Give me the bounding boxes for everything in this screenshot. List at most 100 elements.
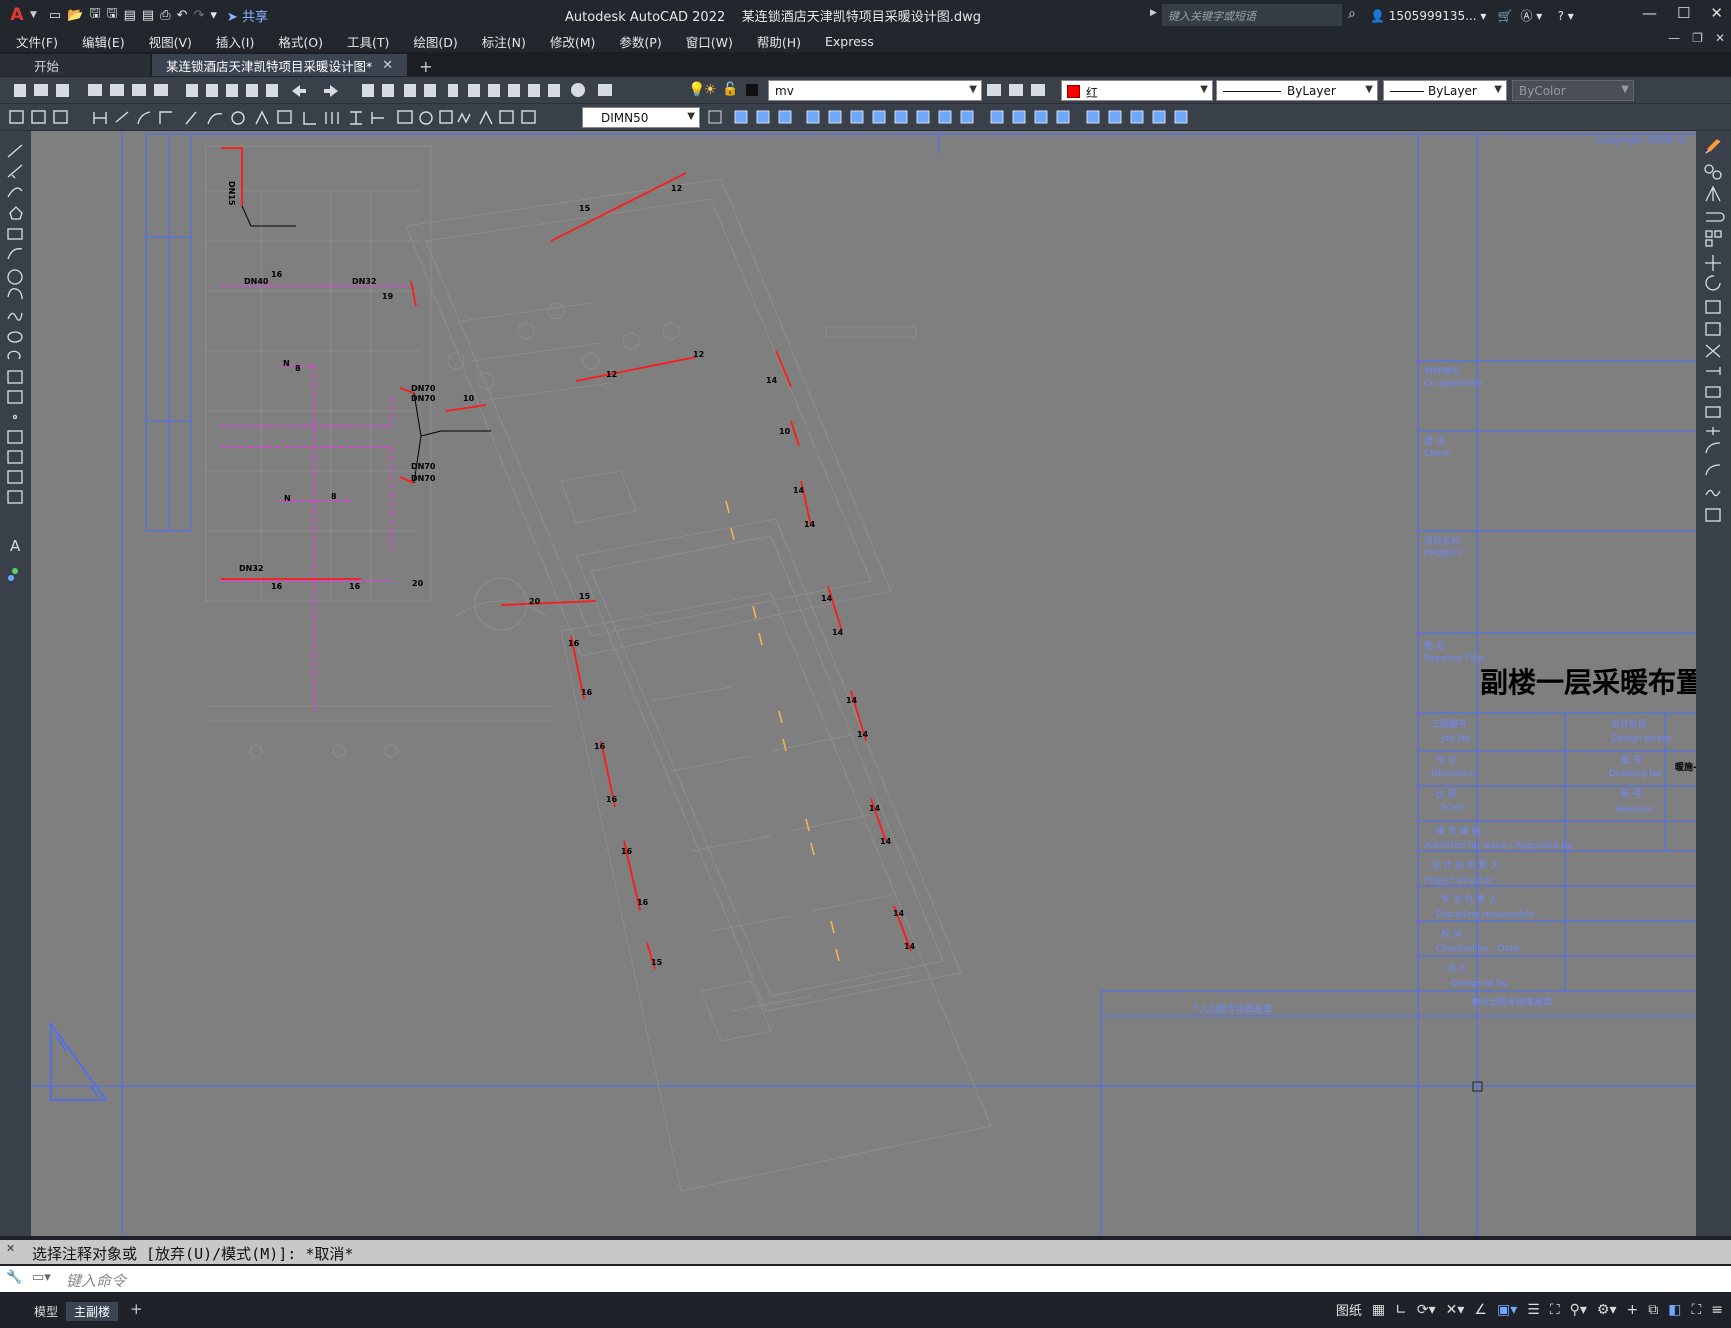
menu-window[interactable]: 窗口(W) — [686, 32, 733, 51]
undo-icon[interactable]: ↶ — [177, 8, 188, 23]
app-menu-chevron-icon[interactable]: ▼ — [30, 10, 37, 20]
selection-cycling-icon[interactable]: ▣▾ — [1497, 1302, 1517, 1318]
drawing-title: 副楼一层采暖布置图 — [1480, 666, 1696, 699]
menu-express[interactable]: Express — [825, 34, 874, 49]
new-tab-icon[interactable]: + — [409, 57, 442, 76]
paper-space-toggle[interactable]: 图纸 — [1336, 1300, 1362, 1319]
help-icon[interactable]: ? — [1558, 9, 1564, 23]
label-n16c: 16 — [349, 582, 361, 591]
standard-tool-icons[interactable] — [8, 77, 648, 104]
annotation-icon[interactable]: ⚲▾ — [1570, 1302, 1587, 1318]
polar-icon[interactable]: ⟳▾ — [1417, 1302, 1436, 1318]
floor-plan-background — [205, 145, 992, 1192]
menu-parametric[interactable]: 参数(P) — [619, 32, 661, 51]
label-n10a: 10 — [463, 394, 475, 403]
menu-format[interactable]: 格式(O) — [278, 32, 323, 51]
tb-project-cn: 项目名称 — [1424, 535, 1460, 547]
new-icon[interactable]: ▭ — [49, 8, 61, 23]
layer-dropdown[interactable]: mv ▼ — [768, 80, 982, 101]
standard-toolbar: 💡 ☀ 🔓 mv ▼ 红 ▼ ByLayer ▼ ByLayer ▼ ByColor ▼ — [0, 77, 1731, 104]
save-web-icon[interactable]: ▤ — [142, 8, 154, 23]
save-as-icon[interactable]: 🖫 — [106, 4, 117, 26]
drawing-svg[interactable]: Copyright 2006 © 副楼一层采暖布置图 合作单位 Co-opera… — [31, 131, 1696, 1236]
tab-layout[interactable]: 主副楼 — [66, 1302, 119, 1321]
add-layout-icon[interactable]: + — [130, 1300, 143, 1318]
menu-tools[interactable]: 工具(T) — [347, 32, 389, 51]
workspace-icon[interactable]: ⚙▾ — [1597, 1302, 1617, 1318]
tab-start[interactable]: 开始 — [0, 54, 150, 76]
close-icon[interactable]: ✕ — [1710, 4, 1723, 22]
open-icon[interactable]: 📂 — [67, 8, 83, 23]
layer-thaw-icon[interactable]: ☀ — [704, 82, 717, 98]
lineweight-preview — [1390, 91, 1424, 92]
linetype-dropdown[interactable]: ByLayer ▼ — [1216, 80, 1378, 101]
layer-on-icon[interactable]: 💡 — [688, 82, 705, 98]
expand-arrow-icon[interactable]: ▶ — [1150, 8, 1157, 18]
dimstyle-dropdown[interactable]: DIMN50 ▼ — [582, 107, 700, 128]
layer-unlock-icon[interactable]: 🔓 — [722, 82, 738, 97]
units-icon[interactable]: ⧉ — [1648, 1302, 1658, 1318]
menu-draw[interactable]: 绘图(D) — [413, 32, 457, 51]
dimension-tool-icons[interactable] — [6, 104, 586, 131]
modify-toolbar — [1696, 131, 1731, 1236]
a360-icon[interactable]: Ⓐ — [1520, 9, 1532, 23]
fullscreen-icon[interactable]: ⛶ — [1691, 1302, 1701, 1318]
tab-document[interactable]: 某连锁酒店天津凯特项目采暖设计图* ✕ — [152, 54, 408, 76]
menu-file[interactable]: 文件(F) — [16, 32, 58, 51]
label-n8a: 8 — [295, 364, 301, 373]
menu-dimension[interactable]: 标注(N) — [482, 32, 526, 51]
add-icon[interactable]: + — [1626, 1302, 1638, 1318]
menu-help[interactable]: 帮助(H) — [757, 32, 801, 51]
minimize-icon[interactable]: — — [1642, 4, 1657, 22]
doc-minimize-icon[interactable]: — — [1668, 31, 1680, 45]
menu-modify[interactable]: 修改(M) — [550, 32, 596, 51]
autocad-logo-icon[interactable]: A — [4, 0, 30, 30]
customize-status-icon[interactable]: ≡ — [1711, 1302, 1723, 1318]
title-bar: A ▼ ▭ 📂 🖫 🖫 ▤ ▤ ⎙ ↶ ↷ ▾ ➤ 共享 Autodesk Au… — [0, 0, 1731, 30]
maximize-icon[interactable]: ☐ — [1677, 4, 1690, 22]
snap-icon[interactable]: ∟ — [1395, 1302, 1407, 1318]
tb-jobno-en: Job No — [1440, 734, 1470, 744]
svg-text:14: 14 — [766, 376, 778, 385]
otrack-icon[interactable]: ∠ — [1474, 1302, 1487, 1318]
scale-icon[interactable]: ⛶ — [1550, 1302, 1560, 1318]
modify-side-icons[interactable] — [1696, 131, 1731, 541]
redo-icon[interactable]: ↷ — [193, 8, 204, 23]
tab-close-icon[interactable]: ✕ — [382, 58, 393, 73]
osnap-icon[interactable]: ✕▾ — [1446, 1302, 1465, 1318]
chevron-down-icon: ▼ — [687, 111, 695, 122]
customize-wrench-icon[interactable]: 🔧 — [6, 1270, 22, 1285]
menu-insert[interactable]: 插入(I) — [216, 32, 254, 51]
customize-icon[interactable]: ▾ — [210, 8, 217, 23]
cart-icon[interactable]: 🛒 — [1498, 9, 1513, 23]
isolate-icon[interactable]: ◧ — [1668, 1302, 1681, 1318]
layer-tool-icons[interactable] — [985, 77, 1055, 104]
grid-icon[interactable]: ▦ — [1372, 1302, 1385, 1318]
command-input[interactable]: 🔧 ▭▾ 键入命令 — [0, 1266, 1731, 1292]
color-dropdown[interactable]: 红 ▼ — [1061, 80, 1213, 101]
lineweight-dropdown[interactable]: ByLayer ▼ — [1383, 80, 1507, 101]
user-account[interactable]: 👤 1505999135... ▾ 🛒 Ⓐ ▾ ? ▾ — [1370, 7, 1574, 24]
doc-close-icon[interactable]: ✕ — [1715, 31, 1725, 45]
share-button[interactable]: ➤ 共享 — [227, 6, 268, 25]
open-web-icon[interactable]: ▤ — [124, 8, 136, 23]
drawing-canvas[interactable]: Copyright 2006 © 副楼一层采暖布置图 合作单位 Co-opera… — [31, 131, 1696, 1236]
tb-project-en: PROJECT — [1424, 549, 1463, 559]
doc-restore-icon[interactable]: ❐ — [1692, 31, 1703, 45]
save-icon[interactable]: 🖫 — [89, 4, 100, 26]
tb-approved-cn: 审 定 审 核 — [1436, 825, 1481, 837]
chevron-down-icon: ▼ — [1494, 84, 1502, 95]
draw-tool-icons[interactable]: A — [0, 131, 31, 591]
recent-commands-icon[interactable]: ▭▾ — [32, 1270, 51, 1285]
status-tools: 图纸 ▦ ∟ ⟳▾ ✕▾ ∠ ▣▾ ☰ ⛶ ⚲▾ ⚙▾ + ⧉ ◧ ⛶ ≡ — [1336, 1300, 1723, 1320]
menu-view[interactable]: 视图(V) — [149, 32, 192, 51]
tb-client-en: Client — [1424, 449, 1451, 459]
close-cmd-icon[interactable]: ✕ — [6, 1242, 15, 1255]
plot-icon[interactable]: ⎙ — [160, 8, 170, 23]
search-icon[interactable]: ⌕ — [1348, 6, 1356, 22]
tab-model[interactable]: 模型 — [26, 1302, 66, 1321]
lineweight-icon[interactable]: ☰ — [1527, 1302, 1540, 1318]
menu-edit[interactable]: 编辑(E) — [82, 32, 125, 51]
modify-tool-icons[interactable] — [705, 104, 1205, 131]
search-input[interactable]: 键入关键字或短语 — [1162, 4, 1342, 26]
